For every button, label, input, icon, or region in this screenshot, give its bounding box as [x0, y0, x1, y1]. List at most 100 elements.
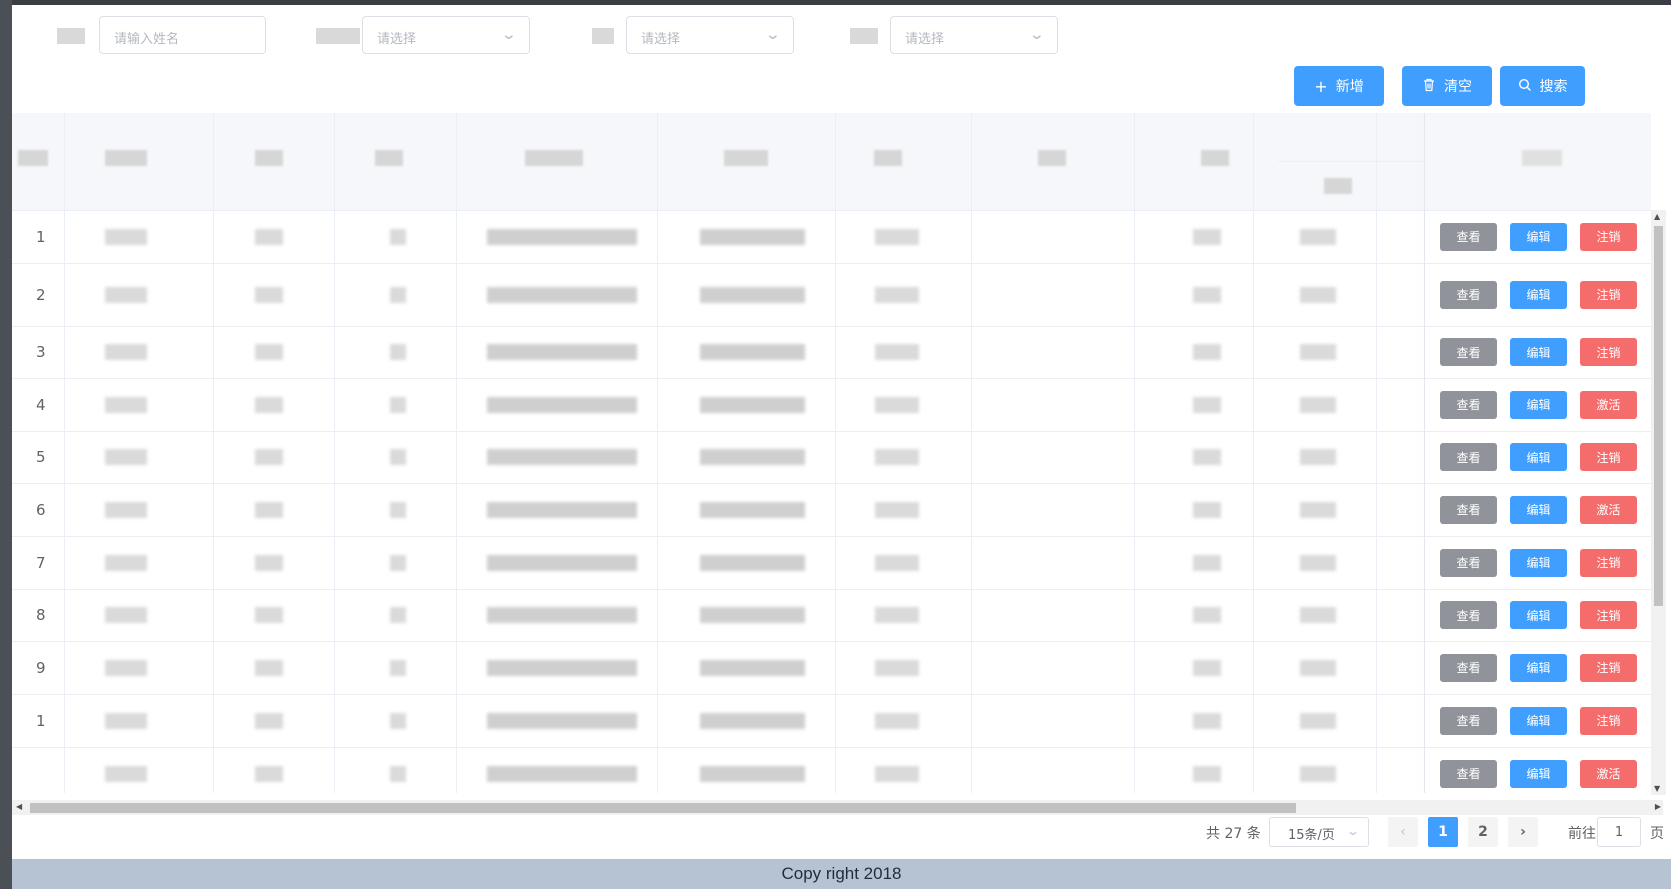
redacted-cell [390, 554, 406, 571]
redacted-cell [1193, 554, 1221, 571]
header-cell [1522, 150, 1562, 166]
view-button[interactable]: 查看 [1440, 759, 1497, 788]
view-button[interactable]: 查看 [1440, 280, 1497, 309]
edit-button[interactable]: 编辑 [1510, 495, 1567, 524]
status-action-button[interactable]: 激活 [1580, 759, 1637, 788]
scroll-right-icon[interactable]: ▶ [1655, 802, 1661, 811]
header-cell [105, 150, 147, 166]
redacted-cell [487, 396, 637, 413]
scroll-left-icon[interactable]: ◀ [16, 802, 22, 811]
select-filter-3-placeholder: 请选择 [905, 32, 945, 47]
status-action-button[interactable]: 注销 [1580, 222, 1637, 251]
edit-button[interactable]: 编辑 [1510, 390, 1567, 419]
status-action-button[interactable]: 注销 [1580, 601, 1637, 629]
chevron-down-icon: ⌄ [1345, 824, 1361, 838]
pagination-total: 共 27 条 [1206, 826, 1261, 842]
horizontal-scroll-thumb[interactable] [30, 803, 1296, 813]
add-button-label: 新增 [1335, 79, 1364, 95]
filter-label-4 [850, 28, 878, 44]
redacted-cell [390, 286, 406, 303]
row-index: 3 [36, 343, 46, 361]
scroll-up-icon[interactable]: ▲ [1654, 212, 1660, 221]
next-page-button[interactable]: › [1508, 817, 1538, 847]
goto-page-input[interactable]: 1 [1597, 817, 1641, 847]
view-button[interactable]: 查看 [1440, 653, 1497, 682]
redacted-cell [875, 712, 919, 729]
redacted-cell [875, 286, 919, 303]
row-index: 2 [36, 285, 46, 304]
edit-button[interactable]: 编辑 [1510, 338, 1567, 366]
clear-button[interactable]: 清空 [1402, 66, 1492, 106]
header-cell [1324, 178, 1352, 194]
redacted-cell [700, 659, 805, 676]
chevron-down-icon: ⌄ [764, 27, 782, 43]
edit-button[interactable]: 编辑 [1510, 653, 1567, 682]
search-button[interactable]: 搜索 [1500, 66, 1585, 106]
redacted-cell [700, 228, 805, 245]
column-divider [1376, 113, 1377, 793]
redacted-cell [875, 607, 919, 623]
status-action-button[interactable]: 注销 [1580, 706, 1637, 735]
redacted-cell [875, 396, 919, 413]
status-action-button[interactable]: 激活 [1580, 390, 1637, 419]
edit-button[interactable]: 编辑 [1510, 759, 1567, 788]
view-button[interactable]: 查看 [1440, 338, 1497, 366]
page-size-select[interactable]: 15条/页 ⌄ [1269, 817, 1369, 847]
copyright-text: Copy right 2018 [781, 864, 902, 883]
chevron-down-icon: ⌄ [1028, 27, 1046, 43]
redacted-cell [875, 765, 919, 782]
view-button[interactable]: 查看 [1440, 443, 1497, 471]
prev-page-button[interactable]: ‹ [1388, 817, 1418, 847]
select-filter-2[interactable]: 请选择 ⌄ [626, 16, 794, 54]
status-action-button[interactable]: 注销 [1580, 338, 1637, 366]
view-button[interactable]: 查看 [1440, 706, 1497, 735]
select-filter-1[interactable]: 请选择 ⌄ [362, 16, 530, 54]
view-button[interactable]: 查看 [1440, 495, 1497, 524]
redacted-cell [700, 344, 805, 360]
status-action-button[interactable]: 注销 [1580, 280, 1637, 309]
status-action-button[interactable]: 激活 [1580, 495, 1637, 524]
name-input[interactable]: 请输入姓名 [99, 16, 266, 54]
page-1-button[interactable]: 1 [1428, 817, 1458, 847]
redacted-cell [1300, 286, 1336, 303]
horizontal-scrollbar[interactable]: ◀ ▶ [12, 800, 1663, 815]
row-index: 7 [36, 553, 46, 572]
column-divider [213, 113, 214, 793]
redacted-cell [487, 659, 637, 676]
view-button[interactable]: 查看 [1440, 601, 1497, 629]
trash-icon [1422, 77, 1436, 96]
view-button[interactable]: 查看 [1440, 548, 1497, 577]
status-action-button[interactable]: 注销 [1580, 653, 1637, 682]
scroll-down-icon[interactable]: ▼ [1654, 784, 1660, 793]
redacted-cell [700, 501, 805, 518]
select-filter-3[interactable]: 请选择 ⌄ [890, 16, 1058, 54]
redacted-cell [487, 712, 637, 729]
edit-button[interactable]: 编辑 [1510, 548, 1567, 577]
redacted-cell [875, 344, 919, 360]
edit-button[interactable]: 编辑 [1510, 280, 1567, 309]
redacted-cell [1300, 554, 1336, 571]
status-action-button[interactable]: 注销 [1580, 443, 1637, 471]
filter-label-name [57, 28, 85, 44]
table-row: 1 查看 编辑 注销 [12, 210, 1651, 264]
vertical-scrollbar[interactable]: ▲ ▼ [1651, 210, 1666, 795]
edit-button[interactable]: 编辑 [1510, 706, 1567, 735]
redacted-cell [105, 554, 147, 571]
edit-button[interactable]: 编辑 [1510, 601, 1567, 629]
add-button[interactable]: + 新增 [1294, 66, 1384, 106]
vertical-scroll-thumb[interactable] [1654, 226, 1663, 606]
edit-button[interactable]: 编辑 [1510, 443, 1567, 471]
status-action-button[interactable]: 注销 [1580, 548, 1637, 577]
view-button[interactable]: 查看 [1440, 222, 1497, 251]
page-2-button[interactable]: 2 [1468, 817, 1498, 847]
chevron-down-icon: ⌄ [500, 27, 518, 43]
edit-button[interactable]: 编辑 [1510, 222, 1567, 251]
redacted-cell [255, 712, 283, 729]
redacted-cell [255, 659, 283, 676]
view-button[interactable]: 查看 [1440, 390, 1497, 419]
redacted-cell [390, 344, 406, 360]
redacted-cell [255, 344, 283, 360]
redacted-cell [1300, 712, 1336, 729]
redacted-cell [487, 344, 637, 360]
chevron-right-icon: › [1520, 824, 1526, 840]
